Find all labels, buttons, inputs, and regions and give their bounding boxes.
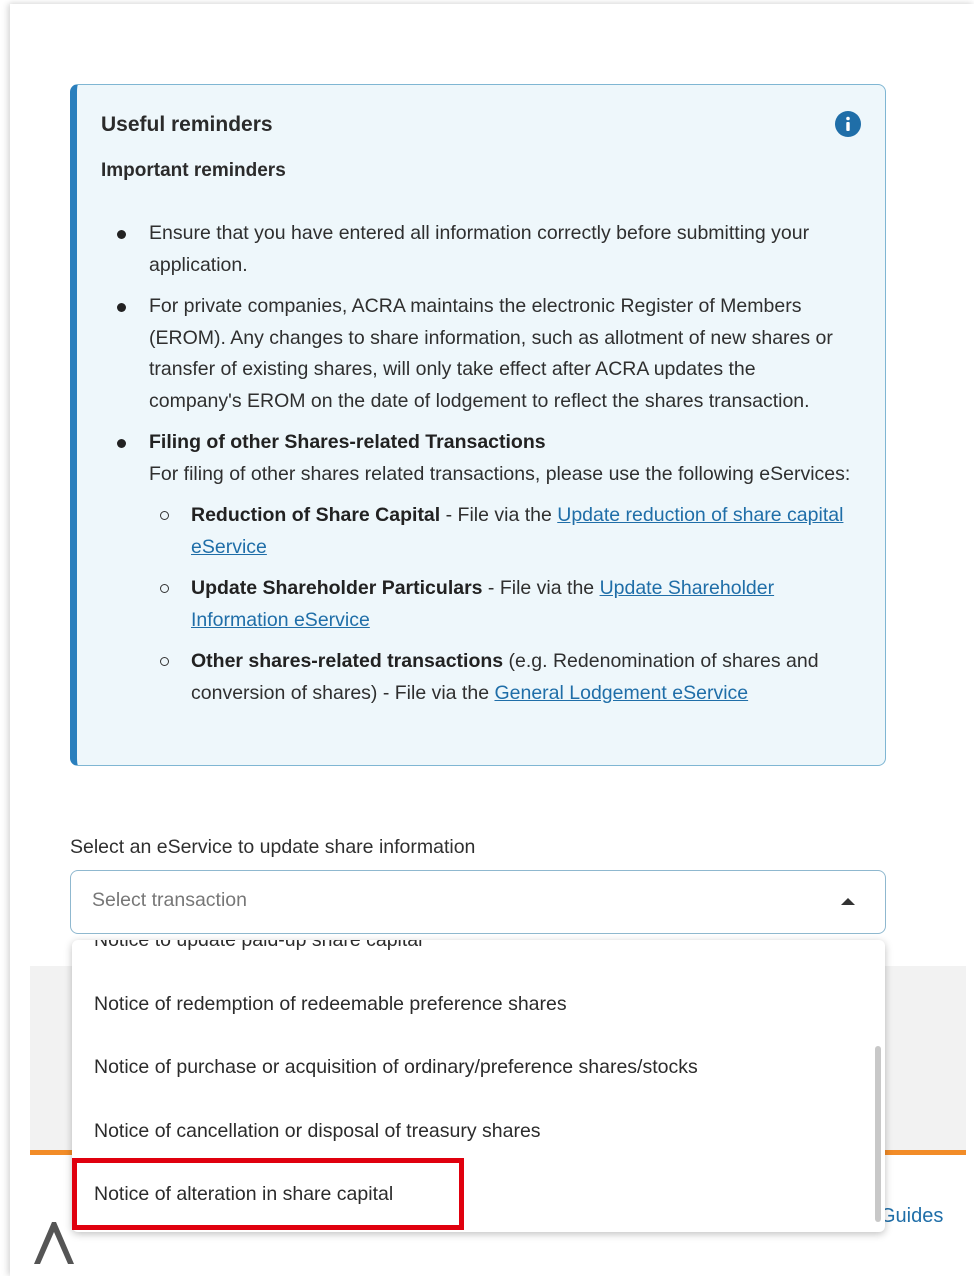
reminder-heading: Filing of other Shares-related Transacti… [149, 431, 546, 453]
general-lodgement-link[interactable]: General Lodgement eService [494, 682, 748, 704]
dropdown-scrollbar[interactable] [875, 1046, 881, 1222]
acra-logo-icon [34, 1222, 74, 1264]
reminder-text: Ensure that you have entered all informa… [149, 222, 810, 276]
reminder-list: Ensure that you have entered all informa… [101, 218, 853, 709]
eservice-list: Reduction of Share Capital - File via th… [149, 500, 853, 709]
eservice-desc: - File via the [440, 504, 558, 526]
dropdown-option[interactable]: Notice to update paid-up share capital [94, 940, 422, 952]
transaction-select[interactable]: Select transaction [70, 870, 886, 934]
reminder-item: Filing of other Shares-related Transacti… [101, 427, 853, 709]
reminder-item: Ensure that you have entered all informa… [101, 218, 853, 281]
chevron-up-icon [841, 898, 855, 905]
eservice-item: Reduction of Share Capital - File via th… [149, 500, 853, 563]
dropdown-option[interactable]: Notice of redemption of redeemable prefe… [94, 993, 567, 1016]
useful-reminders-panel: Useful reminders Important reminders Ens… [70, 84, 886, 766]
eservice-item: Other shares-related transactions (e.g. … [149, 646, 853, 709]
guides-link[interactable]: Guides [880, 1205, 943, 1228]
panel-subtitle: Important reminders [101, 160, 286, 181]
reminder-text: For filing of other shares related trans… [149, 462, 851, 485]
eservice-name: Other shares-related transactions [191, 650, 504, 672]
reminder-item: For private companies, ACRA maintains th… [101, 291, 853, 417]
select-label: Select an eService to update share infor… [70, 836, 476, 858]
eservice-item: Update Shareholder Particulars - File vi… [149, 573, 853, 636]
select-placeholder: Select transaction [92, 889, 248, 911]
dropdown-option[interactable]: Notice of purchase or acquisition of ord… [94, 1056, 698, 1079]
dropdown-option[interactable]: Notice of cancellation or disposal of tr… [94, 1120, 541, 1143]
panel-title: Useful reminders [101, 113, 273, 136]
highlight-annotation-box [72, 1158, 464, 1230]
eservice-name: Reduction of Share Capital [191, 504, 441, 526]
reminder-text: For private companies, ACRA maintains th… [149, 295, 833, 412]
info-icon[interactable] [835, 111, 861, 137]
eservice-desc: - File via the [482, 577, 600, 599]
eservice-name: Update Shareholder Particulars [191, 577, 483, 599]
